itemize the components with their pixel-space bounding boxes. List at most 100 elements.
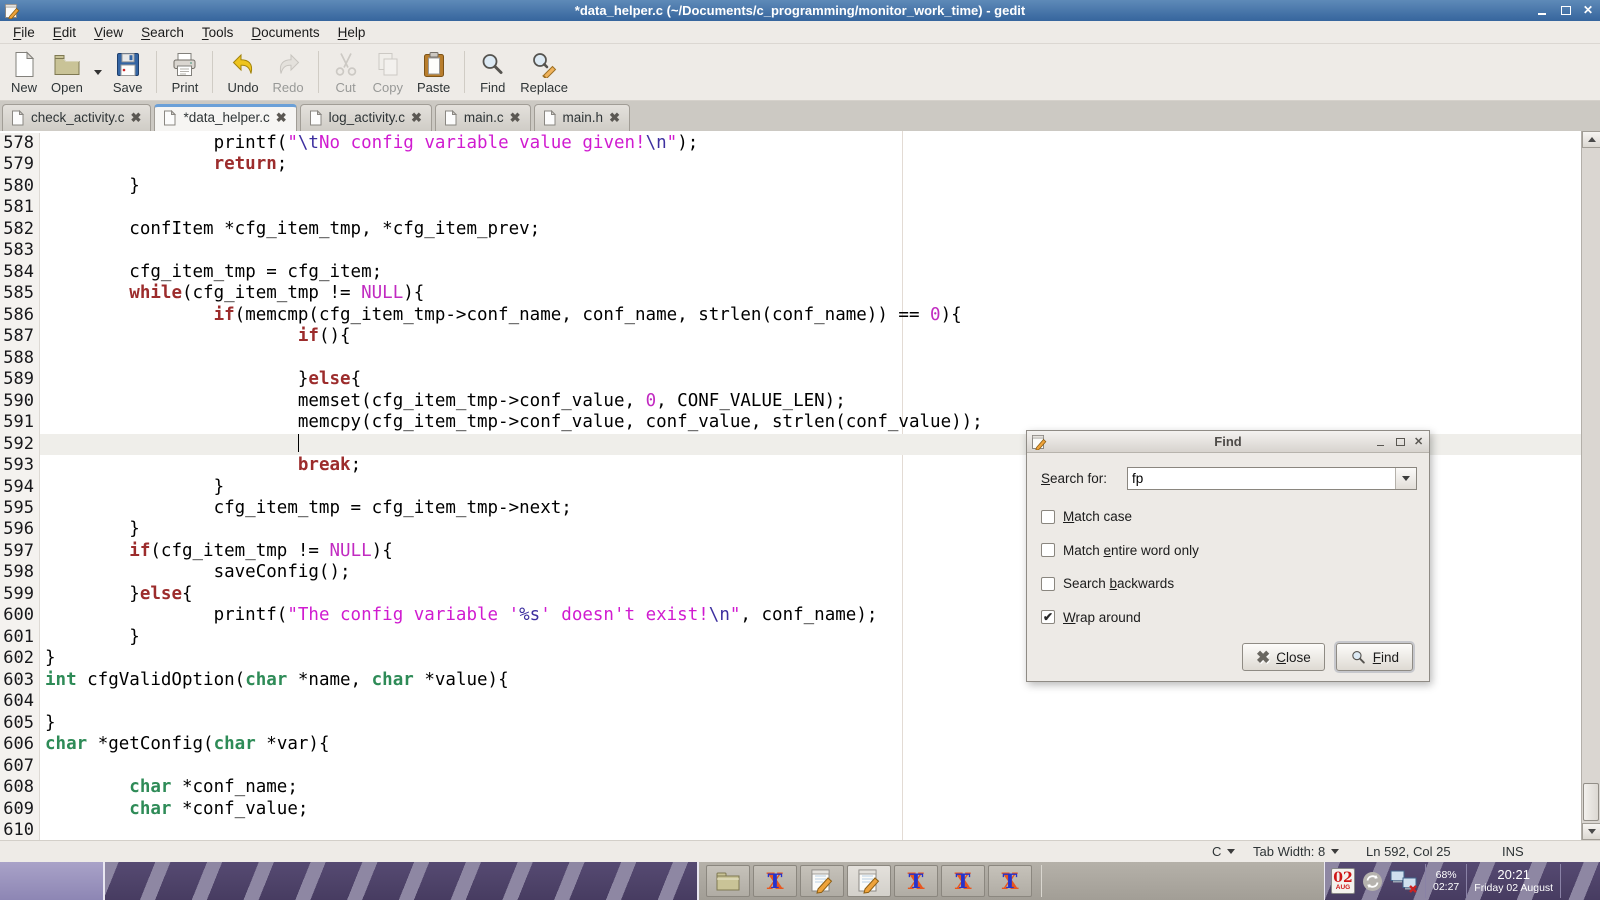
code-line[interactable]: 583 (0, 240, 1581, 261)
network-status-icon[interactable] (1390, 869, 1418, 893)
battery-applet[interactable]: 68% 02:27 (1433, 869, 1459, 893)
taskbar-button-folder[interactable] (706, 865, 750, 897)
line-number: 607 (0, 756, 40, 777)
tab-data-helper-c[interactable]: *data_helper.c✖ (154, 104, 296, 131)
code-line[interactable]: 588 (0, 348, 1581, 369)
replace-button[interactable]: Replace (513, 46, 575, 98)
checkbox-unchecked-icon[interactable] (1041, 510, 1055, 524)
checkbox-match-case[interactable]: Match case (1041, 509, 1132, 524)
scroll-down-button[interactable] (1582, 823, 1600, 840)
print-button[interactable]: Print (164, 46, 205, 98)
close-tab-icon[interactable]: ✖ (411, 111, 422, 124)
checkbox-match-entire-word-only[interactable]: Match entire word only (1041, 543, 1199, 558)
code-line[interactable]: 609 char *conf_value; (0, 799, 1581, 820)
close-tab-icon[interactable]: ✖ (131, 111, 142, 124)
scrollbar-thumb[interactable] (1583, 783, 1599, 821)
close-button-label: Close (1276, 650, 1311, 665)
code-line[interactable]: 589 }else{ (0, 369, 1581, 390)
checkbox-wrap-around[interactable]: ✔Wrap around (1041, 610, 1141, 625)
tab-log-activity-c[interactable]: log_activity.c✖ (300, 104, 432, 131)
tab-check-activity-c[interactable]: check_activity.c✖ (2, 104, 151, 131)
code-line[interactable]: 606char *getConfig(char *var){ (0, 734, 1581, 755)
code-line[interactable]: 584 cfg_item_tmp = cfg_item; (0, 262, 1581, 283)
clock-date: Friday 02 August (1474, 882, 1553, 894)
close-tab-icon[interactable]: ✖ (510, 111, 521, 124)
open-dropdown-icon[interactable] (90, 46, 106, 98)
dialog-maximize-icon[interactable] (1395, 437, 1405, 447)
line-number: 596 (0, 519, 40, 540)
new-button-label: New (11, 80, 37, 95)
code-line[interactable]: 605} (0, 713, 1581, 734)
line-number: 598 (0, 562, 40, 583)
taskbar-button-gedit[interactable] (800, 865, 844, 897)
copy-button[interactable]: Copy (366, 46, 410, 98)
open-button[interactable]: Open (44, 46, 90, 98)
line-number: 586 (0, 305, 40, 326)
code-line[interactable]: 608 char *conf_name; (0, 777, 1581, 798)
save-button[interactable]: Save (106, 46, 150, 98)
menu-documents[interactable]: Documents (242, 22, 328, 43)
tab-width-selector[interactable]: Tab Width: 8 (1253, 844, 1339, 859)
code-line[interactable]: 585 while(cfg_item_tmp != NULL){ (0, 283, 1581, 304)
undo-button[interactable]: Undo (220, 46, 265, 98)
menu-file[interactable]: File (4, 22, 44, 43)
find-button[interactable]: Find (472, 46, 513, 98)
menu-view[interactable]: View (85, 22, 132, 43)
taskbar-button-app-t[interactable]: XT (941, 865, 985, 897)
update-notifier-icon[interactable] (1362, 871, 1383, 892)
code-line[interactable]: 604 (0, 691, 1581, 712)
minimize-icon[interactable] (1537, 5, 1548, 16)
redo-button[interactable]: Redo (266, 46, 311, 98)
vertical-scrollbar[interactable] (1581, 131, 1600, 840)
taskbar-button-app-t[interactable]: XT (753, 865, 797, 897)
close-button[interactable]: ✖Close (1242, 643, 1325, 671)
taskbar-button-app-t[interactable]: XT (988, 865, 1032, 897)
close-icon[interactable]: ✕ (1583, 5, 1594, 16)
line-number: 592 (0, 434, 40, 455)
find-button[interactable]: Find (1336, 643, 1413, 671)
code-line[interactable]: 590 memset(cfg_item_tmp->conf_value, 0, … (0, 391, 1581, 412)
arrow-down-icon (1588, 829, 1596, 834)
taskbar-button-gedit[interactable] (847, 865, 891, 897)
search-input[interactable] (1128, 468, 1395, 489)
clock-applet[interactable]: 20:21 Friday 02 August (1474, 868, 1553, 895)
tab-main-h[interactable]: main.h✖ (534, 104, 630, 131)
checkbox-checked-icon[interactable]: ✔ (1041, 610, 1055, 624)
menu-search[interactable]: Search (132, 22, 193, 43)
menu-tools[interactable]: Tools (193, 22, 243, 43)
calendar-icon[interactable]: 02 AUG (1331, 868, 1355, 894)
code-line[interactable]: 581 (0, 197, 1581, 218)
new-button[interactable]: New (4, 46, 44, 98)
checkbox-unchecked-icon[interactable] (1041, 543, 1055, 557)
code-line[interactable]: 587 if(){ (0, 326, 1581, 347)
code-line[interactable]: 578 printf("\tNo config variable value g… (0, 133, 1581, 154)
tab-main-c[interactable]: main.c✖ (435, 104, 531, 131)
code-line[interactable]: 607 (0, 756, 1581, 777)
scroll-up-button[interactable] (1582, 131, 1600, 148)
code-line[interactable]: 579 return; (0, 154, 1581, 175)
find-button-label: Find (1373, 650, 1399, 665)
line-number: 608 (0, 777, 40, 798)
checkbox-unchecked-icon[interactable] (1041, 577, 1055, 591)
dialog-minimize-icon[interactable] (1376, 437, 1386, 447)
checkbox-search-backwards[interactable]: Search backwards (1041, 576, 1174, 591)
code-line[interactable]: 580 } (0, 176, 1581, 197)
taskbar-button-app-t[interactable]: XT (894, 865, 938, 897)
line-number: 587 (0, 326, 40, 347)
code-line[interactable]: 582 confItem *cfg_item_tmp, *cfg_item_pr… (0, 219, 1581, 240)
cut-button[interactable]: Cut (326, 46, 366, 98)
code-line[interactable]: 586 if(memcmp(cfg_item_tmp->conf_name, c… (0, 305, 1581, 326)
search-history-dropdown[interactable] (1395, 468, 1416, 489)
close-tab-icon[interactable]: ✖ (609, 111, 620, 124)
language-selector[interactable]: C (1212, 844, 1235, 859)
dialog-close-icon[interactable]: ✕ (1414, 437, 1424, 447)
code-line[interactable]: 610 (0, 820, 1581, 840)
menu-help[interactable]: Help (329, 22, 375, 43)
maximize-icon[interactable] (1560, 5, 1571, 16)
code-text: confItem *cfg_item_tmp, *cfg_item_prev; (40, 219, 1581, 240)
gedit-icon (857, 868, 881, 894)
paste-button[interactable]: Paste (410, 46, 457, 98)
menu-edit[interactable]: Edit (44, 22, 85, 43)
close-tab-icon[interactable]: ✖ (276, 111, 287, 124)
code-text (40, 240, 1581, 261)
